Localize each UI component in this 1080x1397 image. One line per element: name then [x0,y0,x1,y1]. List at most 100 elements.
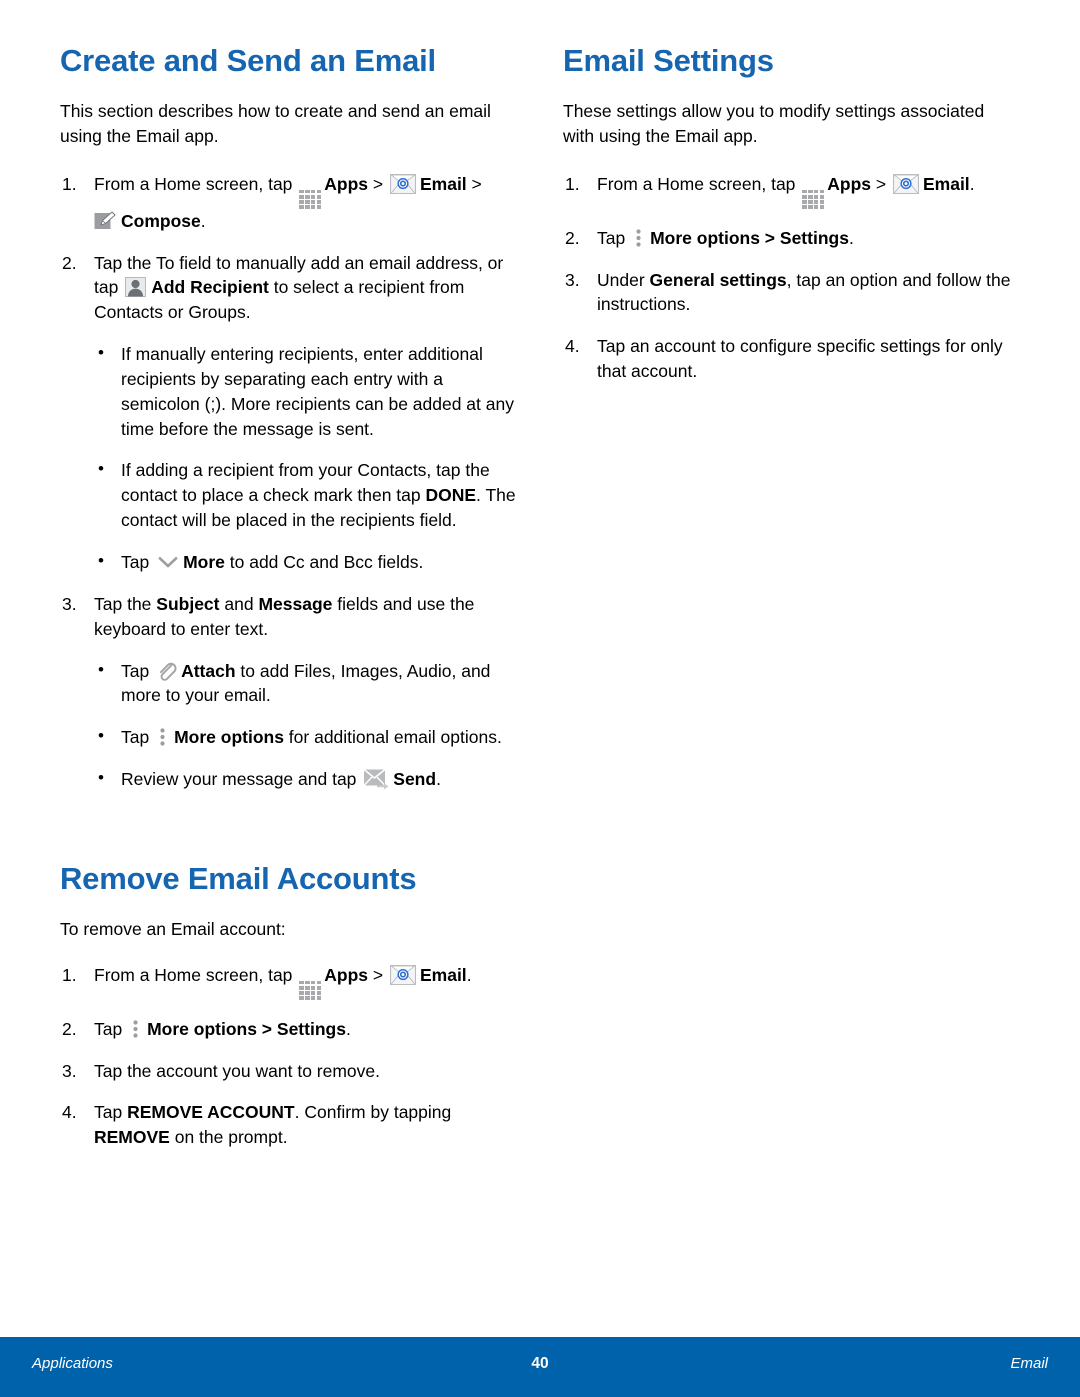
more-options-kebab-icon [634,228,643,248]
general-settings-label: General settings [649,269,787,290]
separator: > [759,227,780,248]
step-item: 2. Tap More options > Settings. [60,1017,517,1042]
more-options-kebab-icon [158,727,167,747]
attach-paperclip-icon [157,661,177,682]
step-text-part: on the prompt. [169,1127,288,1148]
email-label: Email [419,965,467,986]
bullet-text-part: Tap [121,660,155,681]
page-title-create-send-email: Create and Send an Email [60,43,436,78]
bullet-text-part: for additional email options. [283,727,502,748]
step-number: 4. [565,336,580,357]
separator: > [871,174,891,195]
step-item: 3. Tap the Subject and Message fields an… [60,592,517,792]
attach-label: Attach [181,660,236,681]
step-text-part: From a Home screen, tap [94,174,298,195]
step-text-part: to select a recipient from Contacts or G… [94,277,465,323]
message-label: Message [258,593,333,614]
step-text-part: Tap the [94,593,157,614]
settings-label: Settings [779,227,849,248]
page-number: 40 [531,1355,549,1372]
remove-account-label: REMOVE ACCOUNT [127,1102,295,1123]
apps-grid-icon [802,189,825,209]
step-text-part: Tap [94,1018,128,1039]
list-item: If adding a recipient from your Contacts… [94,457,517,533]
step-text-part: From a Home screen, tap [94,965,298,986]
step-item: 4. Tap REMOVE ACCOUNT. Confirm by tappin… [60,1100,517,1150]
step-number: 2. [565,227,580,248]
apps-label: Apps [324,174,369,195]
steps-remove-email-accounts: 1. From a Home screen, tap Apps > Email. [60,963,517,1150]
step-text-part: Tap [597,227,631,248]
step-number: 4. [62,1102,77,1123]
list-item: Tap More options for additional email op… [94,724,517,750]
steps-create-send-email: 1. From a Home screen, tap Apps > Email … [60,172,517,791]
step-item: 3. Under General settings, tap an option… [563,268,1020,318]
email-label: Email [419,174,467,195]
period: . [200,210,206,231]
step-item: 3. Tap the account you want to remove. [60,1059,517,1084]
send-icon [364,769,389,790]
add-recipient-person-icon [125,277,147,298]
step-number: 3. [62,593,77,614]
remove-label: REMOVE [94,1127,170,1148]
bullet-text-part: . [436,769,441,790]
intro-remove-email-accounts: To remove an Email account: [60,918,286,939]
substeps-list: Tap Attach to add Files, Images, Audio, … [94,658,517,792]
intro-email-settings: These settings allow you to modify setti… [563,100,985,146]
page-title-remove-email-accounts: Remove Email Accounts [60,860,417,896]
email-envelope-icon [389,174,416,195]
apps-grid-icon [299,189,322,209]
more-options-label: More options [174,727,284,748]
separator: > [256,1018,277,1039]
step-text-part: and [219,593,259,614]
bullet-text-part: Tap [121,551,155,572]
step-text-part: Under [597,269,650,290]
page-title-email-settings: Email Settings [563,43,774,78]
list-item: Tap Attach to add Files, Images, Audio, … [94,658,517,709]
step-item: 2. Tap the To field to manually add an e… [60,251,517,575]
email-label: Email [922,174,970,195]
more-options-kebab-icon [131,1019,140,1039]
right-column: Email Settings These settings allow you … [563,43,1020,384]
step-item: 1. From a Home screen, tap Apps > Email … [60,172,517,233]
page-footer: Applications 40 Email [0,1337,1080,1397]
step-text-part: Tap [94,1102,128,1123]
step-number: 1. [62,965,77,986]
intro-create-send-email: This section describes how to create and… [60,100,491,146]
bullet-text-part: Review your message and tap [121,769,362,790]
settings-label: Settings [276,1018,346,1039]
more-options-label: More options [147,1018,257,1039]
bullet-text-part: Tap [121,727,155,748]
compose-icon [94,211,116,231]
more-label: More [183,551,225,572]
substeps-list: If manually entering recipients, enter a… [94,341,517,575]
period: . [345,1018,351,1039]
apps-label: Apps [827,174,872,195]
step-number: 3. [565,269,580,290]
manual-page: Create and Send an Email This section de… [0,0,1080,1337]
period: . [848,227,854,248]
step-number: 1. [62,174,77,195]
done-label: DONE [425,485,477,506]
footer-topic-label: Email [1010,1355,1048,1372]
separator: > [368,174,388,195]
two-column-layout: Create and Send an Email This section de… [60,43,1028,1150]
subject-label: Subject [156,593,220,614]
separator: > [466,174,482,195]
period: . [969,174,975,195]
step-number: 1. [565,174,580,195]
period: . [466,965,472,986]
apps-grid-icon [299,980,322,1000]
step-item: 1. From a Home screen, tap Apps > Email. [563,172,1020,209]
steps-email-settings: 1. From a Home screen, tap Apps > Email. [563,172,1020,384]
step-text-part: Tap an account to configure specific set… [597,336,1003,382]
more-options-label: More options [650,227,760,248]
step-text-part: From a Home screen, tap [597,174,801,195]
left-column: Create and Send an Email This section de… [60,43,517,1150]
list-item: Tap More to add Cc and Bcc fields. [94,549,517,575]
add-recipient-label: Add Recipient [151,277,269,298]
step-number: 3. [62,1060,77,1081]
send-label: Send [393,769,437,790]
step-item: 2. Tap More options > Settings. [563,226,1020,251]
email-envelope-icon [389,965,416,986]
